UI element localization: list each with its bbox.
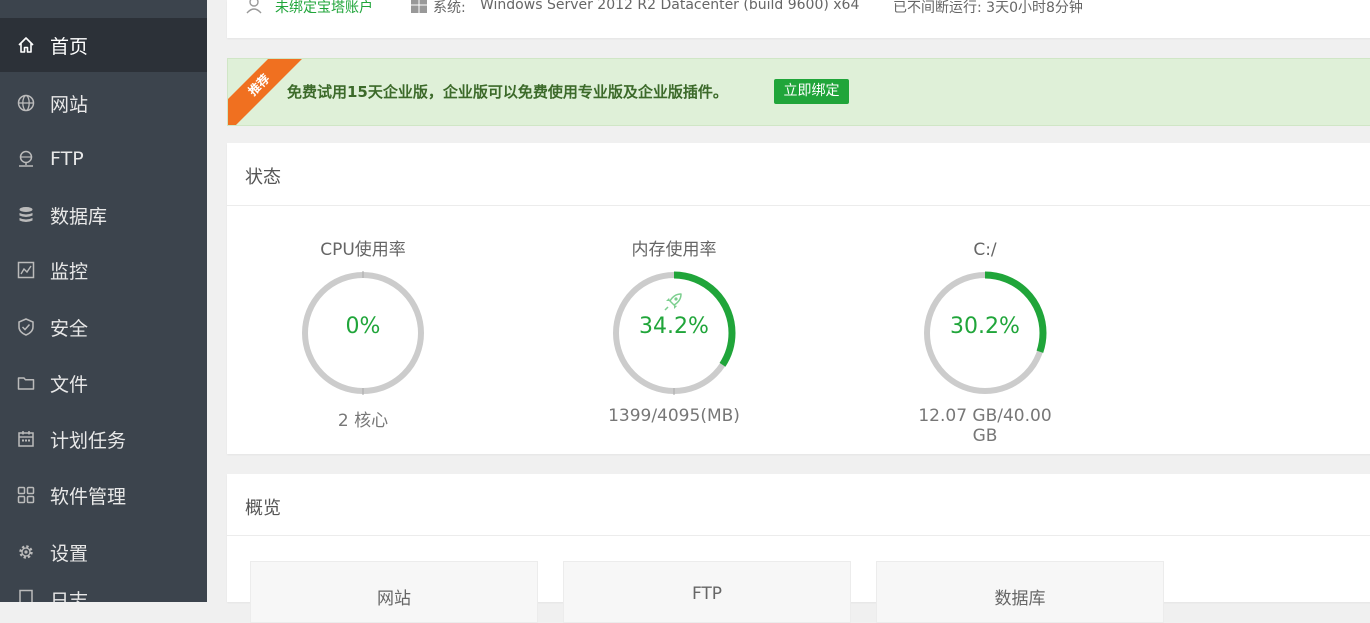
overview-database-box[interactable]: 数据库	[876, 561, 1164, 623]
gauge-subtext: 1399/4095(MB)	[608, 406, 740, 426]
overview-panel: 概览 网站 FTP 数据库	[227, 474, 1370, 623]
sidebar-item-logs[interactable]: 日志	[0, 582, 207, 602]
gauge-value: 34.2%	[639, 314, 709, 339]
sidebar-item-label: 首页	[50, 35, 89, 58]
overview-box-label: 数据库	[994, 589, 1046, 609]
bind-now-button[interactable]: 立即绑定	[774, 79, 849, 104]
overview-box-label: FTP	[691, 584, 723, 604]
sidebar-item-label: 计划任务	[50, 429, 127, 452]
sidebar-item-database[interactable]: 数据库	[0, 188, 207, 242]
gauge-value: 0%	[345, 314, 381, 339]
sidebar-item-settings[interactable]: 设置	[0, 525, 207, 579]
gauge-title: CPU使用率	[320, 240, 406, 260]
sidebar-item-files[interactable]: 文件	[0, 356, 207, 410]
apps-grid-icon	[16, 485, 36, 505]
memory-gauge[interactable]: 内存使用率 34.2% 1399/4095(MB)	[594, 238, 754, 426]
calendar-icon	[16, 429, 36, 449]
gauge-subtext: 2 核心	[337, 411, 389, 431]
cpu-gauge[interactable]: CPU使用率 0% 2 核心	[283, 238, 443, 431]
sidebar-item-label: 数据库	[50, 205, 108, 228]
sidebar-item-security[interactable]: 安全	[0, 300, 207, 354]
main-content: 未绑定宝塔账户 系统: Windows Server 2012 R2 Datac…	[207, 0, 1370, 623]
monitor-chart-icon	[16, 260, 36, 280]
disk-gauge[interactable]: C:/ 30.2% 12.07 GB/40.00 GB	[905, 238, 1065, 446]
gear-icon	[16, 542, 36, 562]
sidebar-item-label: 监控	[50, 260, 89, 283]
divider	[227, 535, 1370, 536]
sidebar-item-ftp[interactable]: FTP	[0, 132, 207, 186]
sidebar-item-label: FTP	[50, 148, 84, 170]
sidebar-item-website[interactable]: 网站	[0, 76, 207, 130]
overview-title: 概览	[245, 498, 281, 519]
promo-text: 免费试用15天企业版，企业版可以免费使用专业版及企业版插件。	[287, 83, 728, 101]
home-icon	[16, 35, 36, 55]
sidebar-item-monitor[interactable]: 监控	[0, 243, 207, 297]
gauge-subtext: 12.07 GB/40.00 GB	[918, 406, 1052, 446]
gauge-value: 30.2%	[950, 314, 1020, 339]
overview-box-label: 网站	[377, 589, 411, 609]
ftp-icon	[16, 149, 36, 169]
gauge-title: C:/	[973, 240, 997, 260]
sidebar-item-label: 网站	[50, 93, 89, 116]
status-title: 状态	[245, 167, 281, 188]
user-icon	[245, 0, 263, 14]
divider	[227, 205, 1370, 206]
sidebar-item-label: 日志	[50, 590, 89, 602]
overview-ftp-box[interactable]: FTP	[563, 561, 851, 623]
system-label: 系统:	[433, 0, 466, 16]
promo-banner: 推荐 免费试用15天企业版，企业版可以免费使用专业版及企业版插件。 立即绑定	[227, 58, 1370, 126]
windows-icon	[410, 0, 428, 14]
sidebar-item-label: 文件	[50, 373, 89, 396]
database-icon	[16, 205, 36, 225]
sidebar-item-software[interactable]: 软件管理	[0, 468, 207, 522]
sidebar-item-label: 设置	[50, 542, 89, 565]
gauge-ring: 34.2%	[609, 268, 739, 398]
uptime-text: 已不间断运行: 3天0小时8分钟	[893, 0, 1083, 16]
rocket-icon[interactable]	[661, 290, 685, 314]
sidebar-item-cron[interactable]: 计划任务	[0, 412, 207, 466]
os-version: Windows Server 2012 R2 Datacenter (build…	[480, 0, 860, 13]
folder-icon	[16, 373, 36, 393]
globe-icon	[16, 93, 36, 113]
bind-account-link[interactable]: 未绑定宝塔账户	[275, 0, 373, 17]
gauge-ring: 0%	[298, 268, 428, 398]
sidebar-item-label: 软件管理	[50, 485, 127, 508]
sidebar: 首页 网站 FTP 数据库 监控 安全 文件 计划任务 软件管理 设置 日志	[0, 0, 207, 602]
shield-icon	[16, 317, 36, 337]
sidebar-item-home[interactable]: 首页	[0, 18, 207, 72]
log-icon	[16, 588, 36, 602]
server-info-bar: 未绑定宝塔账户 系统: Windows Server 2012 R2 Datac…	[227, 0, 1370, 38]
gauge-ring: 30.2%	[920, 268, 1050, 398]
sidebar-item-label: 安全	[50, 317, 89, 340]
overview-website-box[interactable]: 网站	[250, 561, 538, 623]
gauge-title: 内存使用率	[631, 240, 717, 260]
